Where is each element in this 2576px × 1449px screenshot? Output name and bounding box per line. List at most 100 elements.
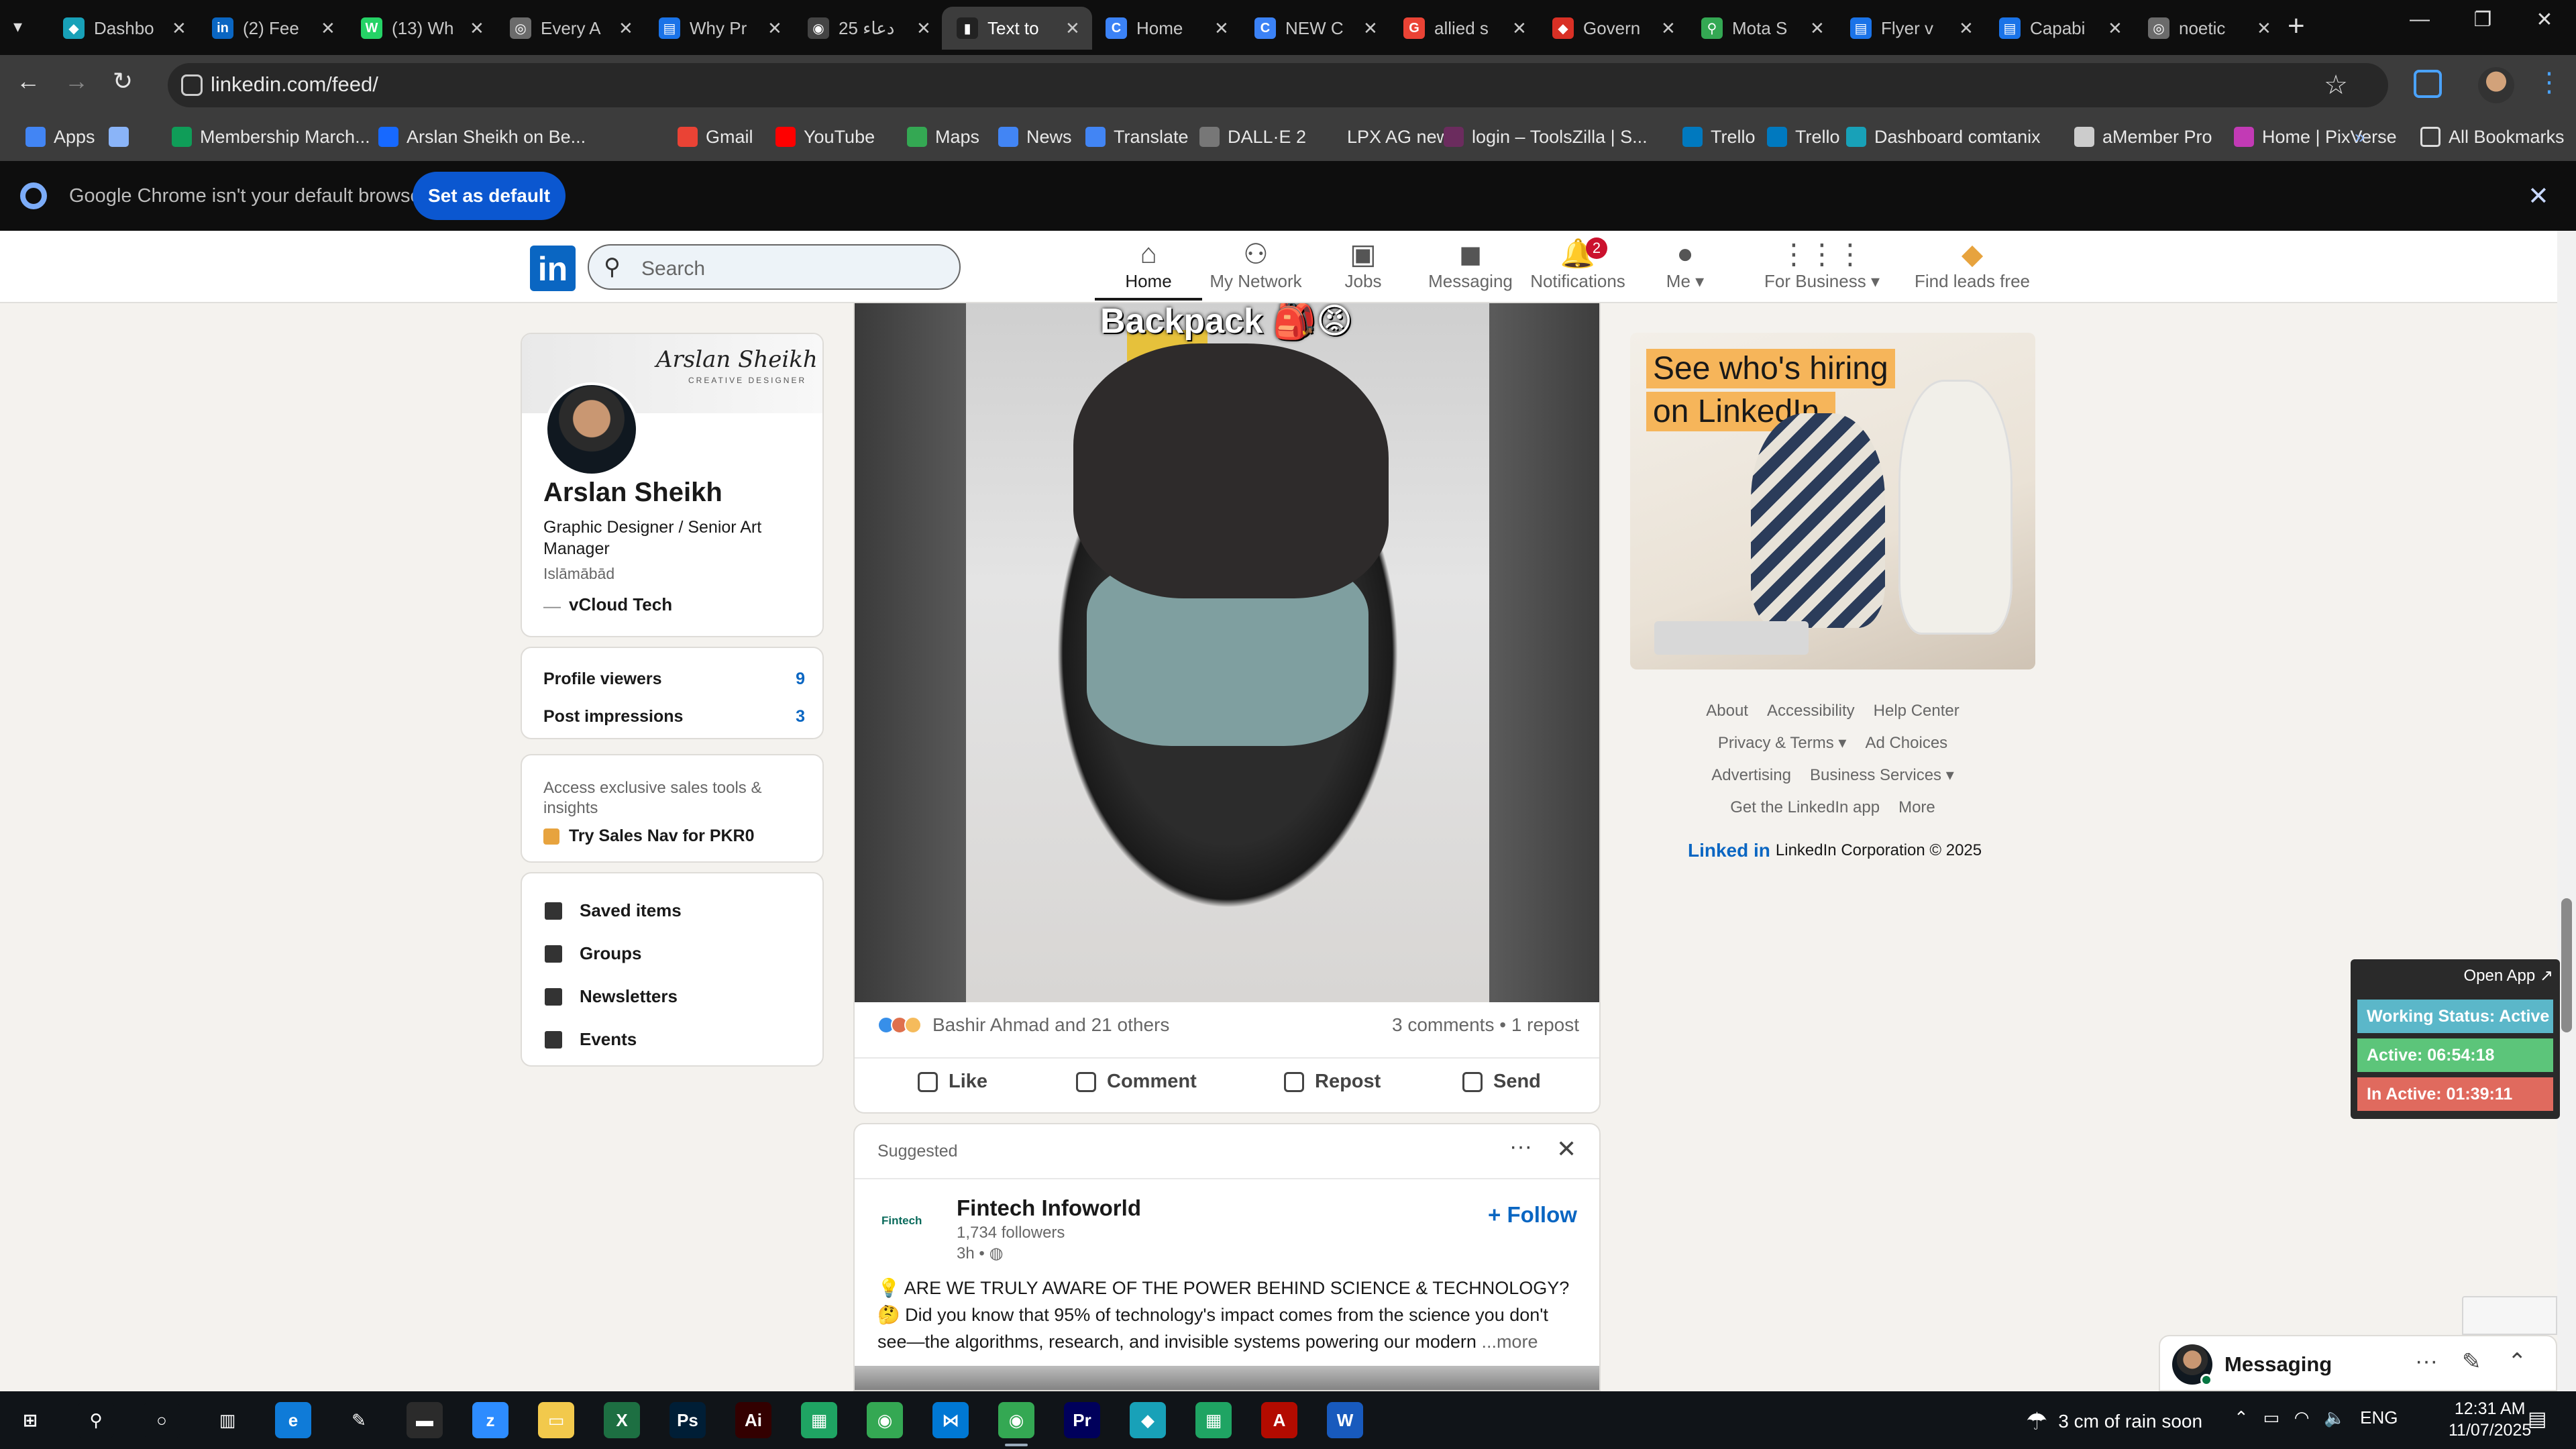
- shortcut-events[interactable]: Events: [545, 1029, 637, 1050]
- see-more-link[interactable]: ...more: [1481, 1332, 1538, 1352]
- linkedin-logo-icon[interactable]: in: [530, 246, 576, 291]
- video-frame[interactable]: [966, 303, 1489, 1002]
- bookmark-item[interactable]: YouTube: [775, 123, 875, 150]
- shortcut-newsletters[interactable]: Newsletters: [545, 986, 678, 1007]
- send-button[interactable]: Send: [1462, 1071, 1541, 1093]
- profile-card[interactable]: Arslan Sheikh CREATIVE DESIGNER Arslan S…: [521, 333, 824, 637]
- task-view-icon[interactable]: ▥: [209, 1402, 246, 1438]
- bookmark-item[interactable]: Home | PixVerse: [2234, 123, 2397, 150]
- forward-icon[interactable]: →: [64, 67, 89, 95]
- nav-briefcase[interactable]: ▣ Jobs: [1309, 236, 1417, 301]
- bookmark-item[interactable]: Translate: [1085, 123, 1189, 150]
- premiere-icon[interactable]: Pr: [1064, 1402, 1100, 1438]
- explorer-icon[interactable]: ▭: [538, 1402, 574, 1438]
- tab[interactable]: ◎ noetic ✕: [2133, 7, 2284, 50]
- profile-company[interactable]: vCloud Tech: [569, 594, 672, 615]
- chrome-icon[interactable]: ◉: [867, 1402, 903, 1438]
- close-tab-icon[interactable]: ✕: [321, 18, 335, 39]
- bookmark-item[interactable]: login – ToolsZilla | S...: [1444, 123, 1648, 150]
- notification-center-icon[interactable]: ▤: [2528, 1407, 2546, 1431]
- close-infobar-icon[interactable]: ✕: [2528, 181, 2549, 211]
- bookmark-item[interactable]: Dashboard comtanix: [1846, 123, 2041, 150]
- close-tab-icon[interactable]: ✕: [470, 18, 484, 39]
- tab[interactable]: C Home ✕: [1091, 7, 1241, 50]
- tab[interactable]: ◆ Govern ✕: [1538, 7, 1688, 50]
- tab-search-icon[interactable]: ▾: [13, 16, 22, 37]
- shortcut-saved-items[interactable]: Saved items: [545, 900, 682, 921]
- set-default-button[interactable]: Set as default: [413, 172, 566, 220]
- scrollbar-thumb[interactable]: [2561, 898, 2572, 1032]
- vscode-icon[interactable]: ⋈: [932, 1402, 969, 1438]
- clock[interactable]: 12:31 AM 11/07/2025: [2449, 1398, 2531, 1441]
- close-tab-icon[interactable]: ✕: [1661, 18, 1676, 39]
- tab[interactable]: ◆ Dashbo ✕: [48, 7, 199, 50]
- bookmark-item[interactable]: Arslan Sheikh on Be...: [378, 123, 586, 150]
- nav-chat[interactable]: ◼ Messaging: [1417, 236, 1524, 301]
- reactions-summary[interactable]: Bashir Ahmad and 21 others: [877, 1014, 1169, 1036]
- terminal-icon[interactable]: ▬: [407, 1402, 443, 1438]
- tab[interactable]: W (13) Wh ✕: [346, 7, 496, 50]
- cortana-icon[interactable]: ○: [144, 1402, 180, 1438]
- chevron-up-icon[interactable]: ⌃: [2234, 1407, 2249, 1428]
- network-icon[interactable]: ▭: [2263, 1407, 2279, 1428]
- more-bookmarks-icon[interactable]: »: [2355, 123, 2365, 150]
- nav-network[interactable]: ⚇ My Network: [1202, 236, 1309, 301]
- close-tab-icon[interactable]: ✕: [1512, 18, 1527, 39]
- shortcut-groups[interactable]: Groups: [545, 943, 641, 964]
- bookmark-star-icon[interactable]: ☆: [2324, 70, 2348, 101]
- bookmark-item[interactable]: DALL·E 2: [1199, 123, 1306, 150]
- extensions-icon[interactable]: [2414, 70, 2442, 98]
- sheets-icon[interactable]: ▦: [1195, 1402, 1232, 1438]
- app-icon[interactable]: ◆: [1130, 1402, 1166, 1438]
- edge-icon[interactable]: e: [275, 1402, 311, 1438]
- messaging-bar[interactable]: Messaging ··· ✎ ⌃: [2159, 1335, 2557, 1391]
- footer-privacy-terms[interactable]: Privacy & Terms ▾: [1718, 734, 1847, 752]
- pen-icon[interactable]: ✎: [341, 1402, 377, 1438]
- page-scrollbar[interactable]: [2557, 231, 2576, 1391]
- photoshop-icon[interactable]: Ps: [669, 1402, 706, 1438]
- tab[interactable]: ◎ Every A ✕: [495, 7, 645, 50]
- close-tab-icon[interactable]: ✕: [1363, 18, 1378, 39]
- search-icon[interactable]: ⚲: [78, 1402, 114, 1438]
- compose-icon[interactable]: ✎: [2462, 1348, 2481, 1375]
- tab[interactable]: ▤ Capabi ✕: [1984, 7, 2135, 50]
- comments-count[interactable]: 3 comments • 1 repost: [1392, 1014, 1579, 1036]
- search-input[interactable]: ⚲ Search: [588, 244, 961, 290]
- tab[interactable]: C NEW C ✕: [1240, 7, 1390, 50]
- bookmark-item[interactable]: LPX AG new: [1319, 123, 1450, 150]
- close-tab-icon[interactable]: ✕: [1959, 18, 1974, 39]
- repost-button[interactable]: Repost: [1284, 1071, 1381, 1093]
- zoom-icon[interactable]: z: [472, 1402, 508, 1438]
- back-icon[interactable]: ←: [16, 67, 40, 95]
- footer-advertising[interactable]: Advertising: [1711, 766, 1791, 784]
- start-icon[interactable]: ⊞: [12, 1402, 48, 1438]
- post-image[interactable]: [855, 1366, 1599, 1390]
- footer-get-app[interactable]: Get the LinkedIn app: [1730, 798, 1880, 816]
- close-tab-icon[interactable]: ✕: [767, 18, 782, 39]
- chrome-menu-icon[interactable]: ⋮: [2536, 67, 2563, 98]
- nav-grid[interactable]: ⋮⋮⋮ For Business ▾: [1755, 236, 1889, 301]
- footer-business-services[interactable]: Business Services ▾: [1810, 766, 1954, 784]
- company-name[interactable]: Fintech Infoworld: [957, 1195, 1141, 1221]
- nav-avatar[interactable]: ● Me ▾: [1631, 236, 1739, 301]
- tab[interactable]: ▤ Flyer v ✕: [1835, 7, 1986, 50]
- sales-nav-link[interactable]: Try Sales Nav for PKR0: [543, 826, 755, 846]
- like-button[interactable]: Like: [918, 1071, 987, 1093]
- bookmark-item[interactable]: Membership March...: [172, 123, 370, 150]
- close-tab-icon[interactable]: ✕: [172, 18, 186, 39]
- tab[interactable]: ▤ Why Pr ✕: [644, 7, 794, 50]
- restore-icon[interactable]: ❐: [2459, 8, 2506, 32]
- close-tab-icon[interactable]: ✕: [916, 18, 931, 39]
- profile-name[interactable]: Arslan Sheikh: [543, 478, 722, 508]
- tab[interactable]: ◉ 25 دعاء ✕: [793, 7, 943, 50]
- footer-help-center[interactable]: Help Center: [1874, 702, 1960, 720]
- illustrator-icon[interactable]: Ai: [735, 1402, 771, 1438]
- bookmark-item[interactable]: [109, 123, 137, 150]
- bookmark-item[interactable]: aMember Pro: [2074, 123, 2212, 150]
- nav-bell[interactable]: 🔔 Notifications 2: [1524, 236, 1631, 301]
- bookmark-item[interactable]: Trello: [1767, 123, 1840, 150]
- follow-button[interactable]: + Follow: [1488, 1202, 1577, 1228]
- all-bookmarks[interactable]: All Bookmarks: [2420, 123, 2565, 150]
- volume-icon[interactable]: 🔈: [2324, 1407, 2345, 1428]
- more-options-icon[interactable]: ···: [2415, 1348, 2438, 1375]
